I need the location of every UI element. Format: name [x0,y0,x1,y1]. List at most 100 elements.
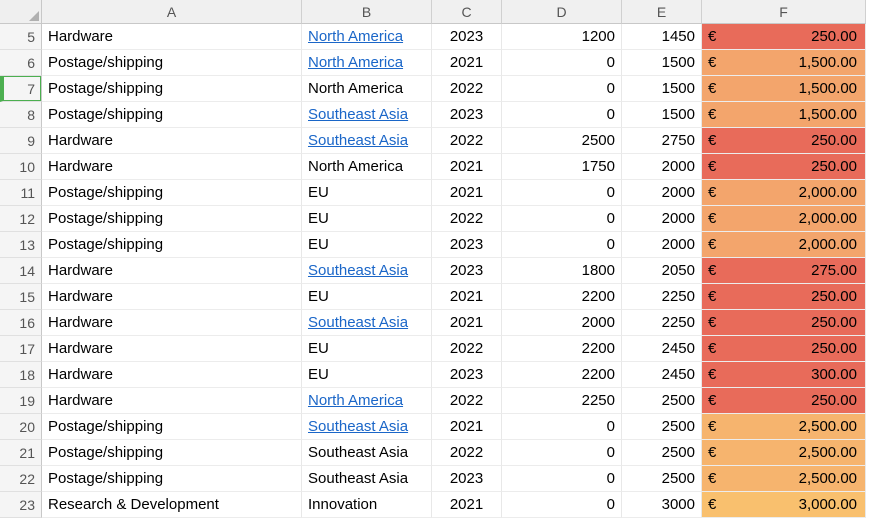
cell-F22[interactable]: €2,500.00 [702,466,866,492]
cell-E10[interactable]: 2000 [622,154,702,180]
cell-A23[interactable]: Research & Development [42,492,302,518]
cell-E14[interactable]: 2050 [622,258,702,284]
cell-E18[interactable]: 2450 [622,362,702,388]
cell-B12[interactable]: EU [302,206,432,232]
row-header-23[interactable]: 23 [0,492,42,518]
col-header-F[interactable]: F [702,0,866,24]
row-header-16[interactable]: 16 [0,310,42,336]
cell-A11[interactable]: Postage/shipping [42,180,302,206]
cell-A15[interactable]: Hardware [42,284,302,310]
col-header-C[interactable]: C [432,0,502,24]
row-header-10[interactable]: 10 [0,154,42,180]
cell-F16[interactable]: €250.00 [702,310,866,336]
cell-D14[interactable]: 1800 [502,258,622,284]
cell-E17[interactable]: 2450 [622,336,702,362]
cell-D12[interactable]: 0 [502,206,622,232]
select-all-corner[interactable] [0,0,42,24]
cell-F6[interactable]: €1,500.00 [702,50,866,76]
cell-C17[interactable]: 2022 [432,336,502,362]
row-header-8[interactable]: 8 [0,102,42,128]
cell-B5[interactable]: North America [302,24,432,50]
cell-D18[interactable]: 2200 [502,362,622,388]
cell-A9[interactable]: Hardware [42,128,302,154]
row-header-9[interactable]: 9 [0,128,42,154]
cell-A10[interactable]: Hardware [42,154,302,180]
cell-C8[interactable]: 2023 [432,102,502,128]
cell-E6[interactable]: 1500 [622,50,702,76]
cell-E20[interactable]: 2500 [622,414,702,440]
cell-A18[interactable]: Hardware [42,362,302,388]
cell-B21[interactable]: Southeast Asia [302,440,432,466]
cell-D21[interactable]: 0 [502,440,622,466]
cell-D6[interactable]: 0 [502,50,622,76]
row-header-20[interactable]: 20 [0,414,42,440]
spreadsheet-grid[interactable]: ABCDEF5HardwareNorth America202312001450… [0,0,879,518]
hyperlink[interactable]: Southeast Asia [308,418,408,435]
cell-A22[interactable]: Postage/shipping [42,466,302,492]
cell-A6[interactable]: Postage/shipping [42,50,302,76]
cell-D16[interactable]: 2000 [502,310,622,336]
hyperlink[interactable]: Southeast Asia [308,106,408,123]
row-header-5[interactable]: 5 [0,24,42,50]
row-header-18[interactable]: 18 [0,362,42,388]
hyperlink[interactable]: Southeast Asia [308,262,408,279]
cell-E12[interactable]: 2000 [622,206,702,232]
row-header-14[interactable]: 14 [0,258,42,284]
cell-C19[interactable]: 2022 [432,388,502,414]
cell-C21[interactable]: 2022 [432,440,502,466]
cell-D9[interactable]: 2500 [502,128,622,154]
cell-F18[interactable]: €300.00 [702,362,866,388]
cell-A17[interactable]: Hardware [42,336,302,362]
row-header-13[interactable]: 13 [0,232,42,258]
hyperlink[interactable]: Southeast Asia [308,314,408,331]
cell-C7[interactable]: 2022 [432,76,502,102]
cell-C10[interactable]: 2021 [432,154,502,180]
cell-C22[interactable]: 2023 [432,466,502,492]
cell-D19[interactable]: 2250 [502,388,622,414]
cell-F17[interactable]: €250.00 [702,336,866,362]
cell-B17[interactable]: EU [302,336,432,362]
col-header-E[interactable]: E [622,0,702,24]
cell-F23[interactable]: €3,000.00 [702,492,866,518]
cell-B22[interactable]: Southeast Asia [302,466,432,492]
cell-E23[interactable]: 3000 [622,492,702,518]
cell-A21[interactable]: Postage/shipping [42,440,302,466]
cell-F10[interactable]: €250.00 [702,154,866,180]
cell-A14[interactable]: Hardware [42,258,302,284]
col-header-D[interactable]: D [502,0,622,24]
cell-A12[interactable]: Postage/shipping [42,206,302,232]
row-header-15[interactable]: 15 [0,284,42,310]
cell-B8[interactable]: Southeast Asia [302,102,432,128]
cell-B16[interactable]: Southeast Asia [302,310,432,336]
cell-B10[interactable]: North America [302,154,432,180]
cell-C20[interactable]: 2021 [432,414,502,440]
cell-F9[interactable]: €250.00 [702,128,866,154]
cell-D17[interactable]: 2200 [502,336,622,362]
cell-E5[interactable]: 1450 [622,24,702,50]
cell-B7[interactable]: North America [302,76,432,102]
cell-C6[interactable]: 2021 [432,50,502,76]
cell-B13[interactable]: EU [302,232,432,258]
cell-D5[interactable]: 1200 [502,24,622,50]
row-header-19[interactable]: 19 [0,388,42,414]
cell-A13[interactable]: Postage/shipping [42,232,302,258]
cell-D10[interactable]: 1750 [502,154,622,180]
cell-A20[interactable]: Postage/shipping [42,414,302,440]
row-header-11[interactable]: 11 [0,180,42,206]
cell-E8[interactable]: 1500 [622,102,702,128]
cell-F11[interactable]: €2,000.00 [702,180,866,206]
cell-F14[interactable]: €275.00 [702,258,866,284]
cell-F19[interactable]: €250.00 [702,388,866,414]
cell-A19[interactable]: Hardware [42,388,302,414]
cell-D15[interactable]: 2200 [502,284,622,310]
cell-C14[interactable]: 2023 [432,258,502,284]
cell-D22[interactable]: 0 [502,466,622,492]
cell-C11[interactable]: 2021 [432,180,502,206]
cell-C15[interactable]: 2021 [432,284,502,310]
cell-B11[interactable]: EU [302,180,432,206]
hyperlink[interactable]: Southeast Asia [308,132,408,149]
cell-D20[interactable]: 0 [502,414,622,440]
row-header-6[interactable]: 6 [0,50,42,76]
cell-E15[interactable]: 2250 [622,284,702,310]
cell-C5[interactable]: 2023 [432,24,502,50]
